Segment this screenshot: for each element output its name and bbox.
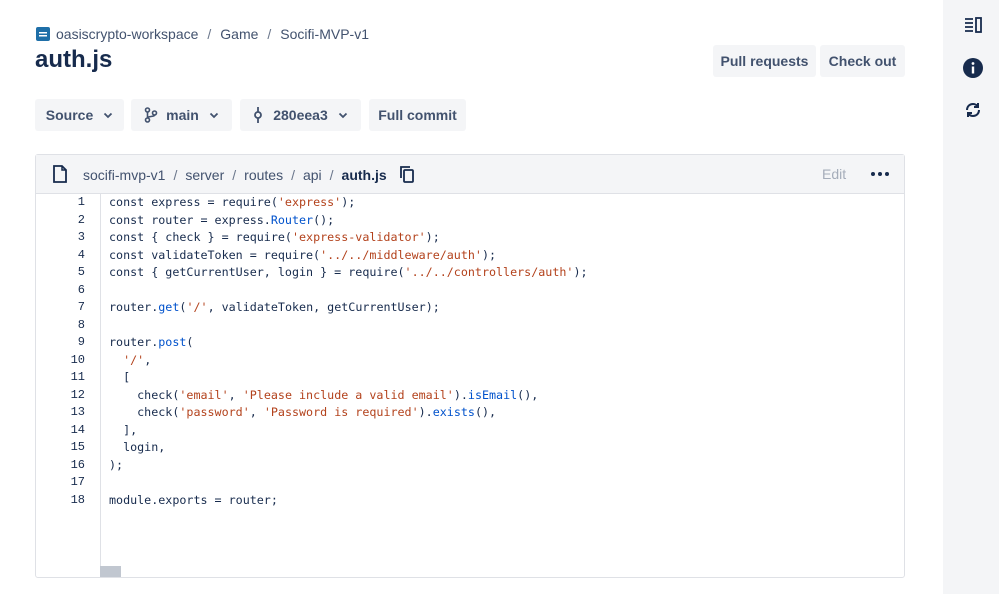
right-sidebar — [943, 0, 999, 594]
breadcrumb: oasiscrypto-workspace / Game / Socifi-MV… — [36, 25, 369, 43]
path-segment[interactable]: server — [185, 167, 224, 183]
source-dropdown[interactable]: Source — [35, 99, 124, 131]
path-segment[interactable]: api — [303, 167, 322, 183]
code-line: const router = express.Router(); — [109, 212, 335, 227]
line-number[interactable]: 9 — [45, 334, 85, 351]
line-number[interactable]: 16 — [45, 457, 85, 474]
code-line: const express = require('express'); — [109, 195, 356, 209]
code-line: const validateToken = require('../../mid… — [109, 247, 497, 262]
line-number[interactable]: 2 — [45, 212, 85, 229]
more-icon — [871, 172, 889, 176]
panel-toggle-icon[interactable] — [960, 12, 986, 38]
code-line: login, — [109, 440, 166, 454]
path-separator: / — [173, 166, 178, 183]
path-current-file: auth.js — [341, 166, 387, 183]
commit-label: 280eea3 — [273, 107, 328, 123]
line-number[interactable]: 13 — [45, 404, 85, 421]
sync-icon[interactable] — [960, 97, 986, 123]
full-commit-button[interactable]: Full commit — [369, 99, 466, 131]
branch-label: main — [166, 107, 199, 123]
file-viewer: socifi-mvp-v1 / server / routes / api / … — [35, 154, 905, 578]
code-line: check('password', 'Password is required'… — [109, 405, 497, 419]
pull-requests-button[interactable]: Pull requests — [713, 45, 816, 77]
code-line: const { check } = require('express-valid… — [109, 230, 440, 244]
breadcrumb-separator: / — [207, 26, 212, 42]
path-separator: / — [329, 166, 334, 183]
line-number[interactable]: 7 — [45, 299, 85, 316]
file-path: socifi-mvp-v1 / server / routes / api / … — [83, 166, 414, 183]
commit-icon — [254, 107, 263, 123]
line-number[interactable]: 6 — [45, 282, 85, 299]
line-number[interactable]: 11 — [45, 369, 85, 386]
code-line: router.get('/', validateToken, getCurren… — [109, 300, 440, 314]
file-icon — [53, 165, 67, 183]
source-label: Source — [45, 107, 94, 123]
code-line: router.post( — [109, 335, 194, 349]
page-title: auth.js — [35, 46, 113, 73]
path-separator: / — [291, 166, 295, 183]
line-number[interactable]: 18 — [45, 492, 85, 509]
line-number[interactable]: 1 — [45, 194, 85, 211]
line-number[interactable]: 4 — [45, 247, 85, 264]
line-number[interactable]: 17 — [45, 474, 85, 491]
edit-button[interactable]: Edit — [822, 166, 846, 182]
main-content: oasiscrypto-workspace / Game / Socifi-MV… — [0, 0, 943, 594]
path-segment[interactable]: routes — [244, 167, 283, 183]
code-view: const express = require('express'); const… — [101, 194, 904, 577]
more-actions-button[interactable] — [866, 163, 894, 185]
code-line: [ — [109, 370, 131, 384]
breadcrumb-repo[interactable]: Socifi-MVP-v1 — [280, 26, 369, 42]
path-separator: / — [232, 166, 237, 183]
line-number-gutter: 1 2 3 4 5 6 7 8 9 10 11 12 13 14 15 16 17 18 — [36, 194, 101, 577]
code-line: ], — [109, 422, 138, 437]
chevron-down-icon — [209, 112, 218, 119]
branch-icon — [144, 107, 158, 123]
code-line: check('email', 'Please include a valid e… — [109, 387, 539, 402]
line-number[interactable]: 5 — [45, 264, 85, 281]
file-header: socifi-mvp-v1 / server / routes / api / … — [36, 155, 904, 194]
horizontal-scrollbar[interactable] — [100, 566, 121, 577]
code-line: ); — [109, 457, 124, 472]
line-number[interactable]: 12 — [45, 387, 85, 404]
line-number[interactable]: 15 — [45, 439, 85, 456]
breadcrumb-workspace[interactable]: oasiscrypto-workspace — [56, 26, 198, 42]
code-line: '/', — [123, 352, 152, 367]
line-number[interactable]: 8 — [45, 317, 85, 334]
line-number[interactable]: 14 — [45, 422, 85, 439]
code-line: const { getCurrentUser, login } = requir… — [109, 265, 588, 279]
code-line: module.exports = router; — [109, 492, 278, 507]
full-commit-label: Full commit — [378, 107, 457, 123]
breadcrumb-project[interactable]: Game — [220, 26, 258, 42]
check-out-label: Check out — [828, 53, 897, 69]
chevron-down-icon — [104, 112, 113, 119]
line-number[interactable]: 3 — [45, 229, 85, 246]
info-icon[interactable] — [960, 55, 986, 81]
chevron-down-icon — [338, 112, 347, 119]
workspace-icon — [36, 27, 50, 41]
branch-dropdown[interactable]: main — [131, 99, 232, 131]
commit-dropdown[interactable]: 280eea3 — [240, 99, 361, 131]
breadcrumb-separator: / — [267, 26, 272, 42]
pull-requests-label: Pull requests — [720, 53, 809, 69]
line-number[interactable]: 10 — [45, 352, 85, 369]
check-out-button[interactable]: Check out — [820, 45, 905, 77]
copy-icon[interactable] — [399, 166, 414, 183]
path-segment[interactable]: socifi-mvp-v1 — [83, 167, 165, 183]
